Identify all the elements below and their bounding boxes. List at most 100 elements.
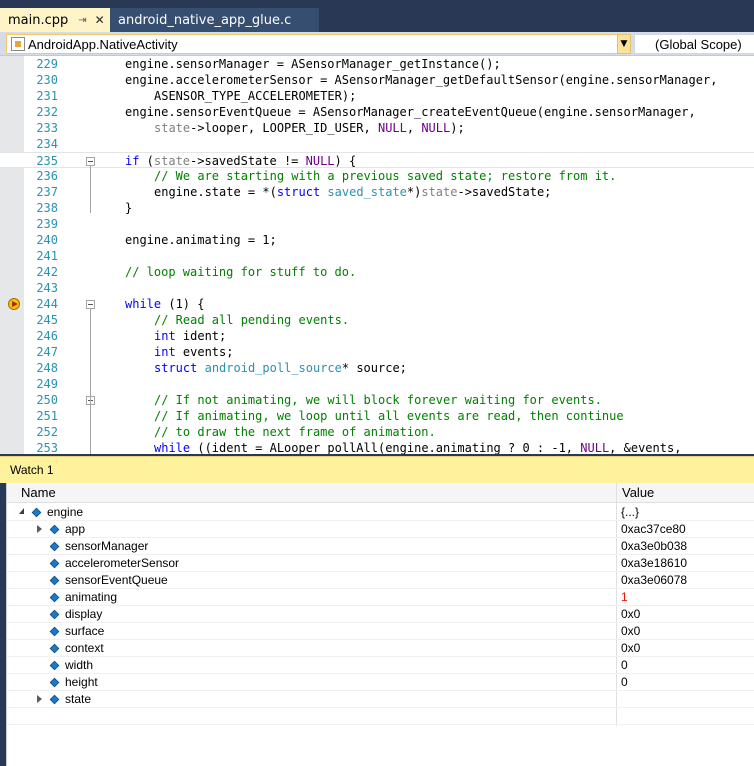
- code-token: ident;: [175, 329, 227, 343]
- expand-arrow-icon[interactable]: [37, 695, 42, 703]
- object-variable-icon: [49, 660, 60, 671]
- code-text: // loop waiting for stuff to do.: [125, 264, 356, 280]
- expand-arrow-icon[interactable]: [37, 525, 42, 533]
- object-variable-icon: [49, 575, 60, 586]
- code-text: struct android_poll_source* source;: [154, 360, 407, 376]
- line-number: 230: [36, 73, 58, 87]
- code-line[interactable]: 248 struct android_poll_source* source;: [0, 360, 754, 376]
- watch-row[interactable]: accelerometerSensor 0xa3e18610: [7, 555, 754, 572]
- watch-row[interactable]: surface 0x0: [7, 623, 754, 640]
- code-line[interactable]: 250 // If not animating, we will block fo…: [0, 392, 754, 408]
- tab-label: android_native_app_glue.c: [118, 12, 292, 28]
- chevron-down-icon[interactable]: ▼: [617, 34, 631, 54]
- code-line[interactable]: 253 while ((ident = ALooper_pollAll(engin…: [0, 440, 754, 454]
- watch-variable-name: context: [65, 641, 104, 655]
- code-line[interactable]: 237 engine.state = *(struct saved_state*)…: [0, 184, 754, 200]
- close-icon[interactable]: ✕: [95, 13, 105, 27]
- code-line[interactable]: 243: [0, 280, 754, 296]
- code-token: ,: [406, 121, 422, 135]
- watch-variable-value: 0: [621, 658, 628, 672]
- code-text: // We are starting with a previous saved…: [154, 168, 616, 184]
- code-token: ->savedState;: [457, 185, 552, 199]
- code-editor[interactable]: 229 engine.sensorManager = ASensorManager…: [0, 56, 754, 454]
- line-number: 251: [36, 409, 58, 423]
- code-line[interactable]: 234: [0, 136, 754, 152]
- watch-variable-value: 0x0: [621, 624, 641, 638]
- watch-row[interactable]: context 0x0: [7, 640, 754, 657]
- code-token: ASENSOR_TYPE_ACCELEROMETER);: [154, 89, 357, 103]
- code-text: int ident;: [154, 328, 226, 344]
- code-line[interactable]: 246 int ident;: [0, 328, 754, 344]
- code-token: engine.animating = 1;: [125, 233, 277, 247]
- watch-variable-value: 0xa3e18610: [621, 556, 688, 570]
- watch-row[interactable]: width 0: [7, 657, 754, 674]
- code-line[interactable]: 238}: [0, 200, 754, 216]
- code-text: if (state->savedState != NULL) {: [125, 153, 356, 169]
- object-variable-icon: [49, 558, 60, 569]
- code-line[interactable]: 236 // We are starting with a previous sa…: [0, 168, 754, 184]
- line-number: 236: [36, 169, 58, 183]
- code-token: // loop waiting for stuff to do.: [125, 265, 357, 279]
- code-text: engine.animating = 1;: [125, 232, 277, 248]
- watch-row[interactable]: animating 1: [7, 589, 754, 606]
- code-token: NULL: [580, 441, 610, 454]
- code-line[interactable]: 247 int events;: [0, 344, 754, 360]
- code-line[interactable]: 251 // If animating, we loop until all ev…: [0, 408, 754, 424]
- line-number: 231: [36, 89, 58, 103]
- code-line[interactable]: 241: [0, 248, 754, 264]
- object-variable-icon: [49, 626, 60, 637]
- line-number: 233: [36, 121, 58, 135]
- code-token: int: [154, 329, 176, 343]
- code-line[interactable]: 240 engine.animating = 1;: [0, 232, 754, 248]
- code-line[interactable]: 244 while (1) {: [0, 296, 754, 312]
- code-line[interactable]: 232 engine.sensorEventQueue = ASensorMana…: [0, 104, 754, 120]
- line-number: 249: [36, 377, 58, 391]
- add-watch-row[interactable]: [7, 708, 754, 725]
- code-token: );: [450, 121, 465, 135]
- value-column-header[interactable]: Value: [622, 485, 654, 500]
- tab-main-cpp[interactable]: main.cpp ⇥ ✕: [0, 8, 110, 32]
- code-token: NULL: [421, 121, 451, 135]
- watch-variable-name: state: [65, 692, 92, 706]
- code-text: int events;: [154, 344, 233, 360]
- code-line[interactable]: 231 ASENSOR_TYPE_ACCELEROMETER);: [0, 88, 754, 104]
- watch-panel-title[interactable]: Watch 1: [0, 456, 754, 483]
- watch-variable-value: 1: [621, 590, 628, 604]
- code-line[interactable]: 229 engine.sensorManager = ASensorManager…: [0, 56, 754, 72]
- name-column-header[interactable]: Name: [21, 485, 56, 500]
- breakpoint-current-statement-icon[interactable]: [8, 298, 20, 310]
- watch-row[interactable]: engine {...}: [7, 504, 754, 521]
- tab-android-native-app-glue[interactable]: android_native_app_glue.c: [110, 8, 319, 32]
- object-variable-icon: [49, 592, 60, 603]
- watch-row[interactable]: display 0x0: [7, 606, 754, 623]
- code-token: // If animating, we loop until all event…: [154, 409, 624, 423]
- line-number: 253: [36, 441, 58, 454]
- code-line[interactable]: 245 // Read all pending events.: [0, 312, 754, 328]
- watch-row[interactable]: state: [7, 691, 754, 708]
- watch-row[interactable]: height 0: [7, 674, 754, 691]
- code-line[interactable]: 242 // loop waiting for stuff to do.: [0, 264, 754, 280]
- watch-variable-value: 0: [621, 675, 628, 689]
- code-line[interactable]: 252 // to draw the next frame of animatio…: [0, 424, 754, 440]
- code-token: state: [153, 154, 191, 168]
- collapse-arrow-icon[interactable]: [19, 508, 24, 514]
- code-line[interactable]: 230 engine.accelerometerSensor = ASensorM…: [0, 72, 754, 88]
- code-line[interactable]: 235 if (state->savedState != NULL) {: [0, 152, 754, 168]
- pin-icon[interactable]: ⇥: [78, 15, 86, 26]
- watch-row[interactable]: app 0xac37ce80: [7, 521, 754, 538]
- watch-row[interactable]: sensorManager 0xa3e0b038: [7, 538, 754, 555]
- collapse-icon[interactable]: [86, 300, 95, 309]
- line-number: 240: [36, 233, 58, 247]
- line-number: 238: [36, 201, 58, 215]
- code-text: }: [125, 200, 132, 216]
- watch-variable-name: width: [65, 658, 94, 672]
- watch-row[interactable]: sensorEventQueue 0xa3e06078: [7, 572, 754, 589]
- code-text: state->looper, LOOPER_ID_USER, NULL, NUL…: [154, 120, 465, 136]
- code-line[interactable]: 233 state->looper, LOOPER_ID_USER, NULL, …: [0, 120, 754, 136]
- code-line[interactable]: 249: [0, 376, 754, 392]
- code-line[interactable]: 239: [0, 216, 754, 232]
- member-scope-value: (Global Scope): [655, 36, 742, 52]
- project-scope-dropdown[interactable]: AndroidApp.NativeActivity: [6, 34, 622, 54]
- member-scope-dropdown[interactable]: (Global Scope): [634, 34, 754, 54]
